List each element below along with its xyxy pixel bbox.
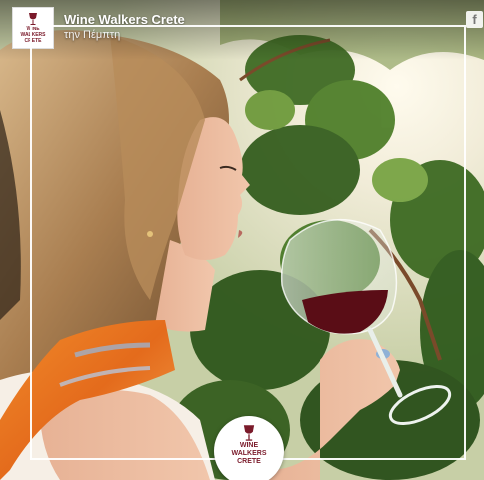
- photo-frame: [30, 25, 466, 460]
- wine-glass-icon: [29, 13, 37, 25]
- brand-logo-badge: WINE WALKERS CRETE: [214, 416, 284, 480]
- facebook-icon[interactable]: f: [466, 11, 483, 28]
- logo-text: WINE WALKERS CRETE: [231, 442, 267, 465]
- wine-glass-icon: [243, 425, 255, 441]
- facebook-post: WINE WALKERS CRETE Wine Walkers Crete την …: [0, 0, 484, 480]
